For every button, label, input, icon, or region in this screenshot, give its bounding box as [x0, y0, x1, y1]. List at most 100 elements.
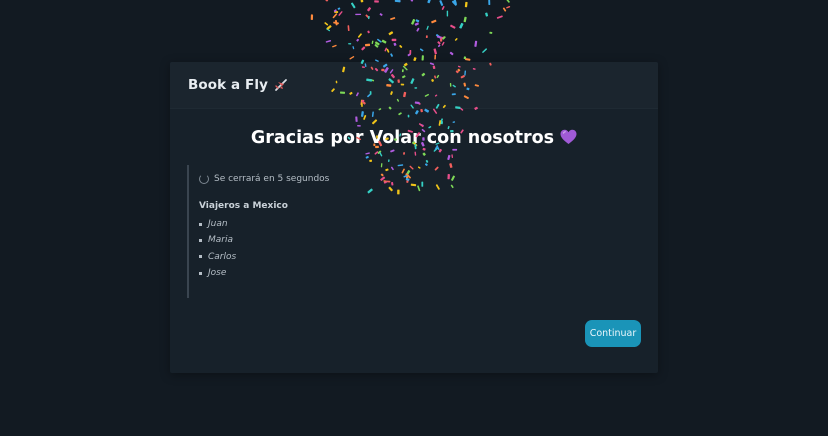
confetti-piece	[409, 50, 412, 55]
confetti-piece	[482, 48, 487, 53]
confetti-piece	[434, 54, 437, 60]
confetti-piece	[502, 7, 507, 12]
confetti-piece	[436, 35, 443, 39]
confetti-piece	[398, 0, 401, 2]
confetti-piece	[485, 12, 489, 17]
confetti-piece	[407, 53, 411, 57]
confetti-piece	[394, 0, 401, 3]
confetti-piece	[365, 14, 370, 19]
confetti-piece	[439, 0, 444, 6]
confetti-piece	[450, 24, 456, 29]
confetti-piece	[454, 38, 458, 41]
confetti-piece	[384, 47, 388, 52]
confetti-piece	[364, 43, 371, 47]
list-item: Jose	[199, 265, 236, 281]
confetti-piece	[333, 9, 337, 13]
confetti-piece	[413, 57, 417, 62]
confetti-piece	[324, 0, 329, 2]
dialog-header: Book a Fly	[170, 62, 658, 109]
bullet-icon	[199, 238, 202, 242]
confetti-piece	[440, 38, 443, 42]
title-text: Gracias por Volar con nosotros	[250, 128, 555, 148]
loading-spinner-icon	[199, 174, 209, 184]
countdown: Se cerrará en 5 segundos	[199, 174, 329, 184]
confetti-piece	[390, 17, 396, 20]
traveler-name: Maria	[208, 235, 233, 246]
confetti-piece	[338, 11, 343, 16]
confetti-piece	[368, 15, 370, 20]
confetti-piece	[326, 25, 332, 30]
confetti-piece	[463, 16, 467, 23]
page-title: Gracias por Volar con nosotros	[170, 128, 658, 148]
brand: Book a Fly	[188, 77, 288, 93]
confetti-piece	[426, 25, 429, 30]
confetti-piece	[386, 48, 390, 53]
confetti-piece	[388, 31, 394, 36]
confetti-piece	[357, 33, 362, 38]
confetti-piece	[419, 48, 424, 52]
confetti-piece	[349, 56, 355, 60]
bullet-icon	[199, 222, 202, 226]
confetti-piece	[433, 48, 437, 55]
confetti-piece	[381, 39, 387, 44]
confetti-piece	[379, 13, 383, 16]
confetti-piece	[506, 5, 511, 9]
continue-button[interactable]: Continuar	[585, 320, 641, 347]
confetti-piece	[463, 56, 467, 60]
purple-heart-icon	[560, 129, 577, 145]
confetti-piece	[391, 38, 397, 42]
bullet-icon	[199, 255, 202, 259]
traveler-name: Juan	[208, 219, 228, 230]
thank-you-dialog: Book a Fly Gracias por Volar con nosotro…	[170, 62, 658, 373]
confetti-piece	[332, 13, 338, 19]
confetti-piece	[446, 10, 449, 17]
confetti-piece	[326, 28, 331, 32]
list-item: Carlos	[199, 249, 236, 265]
list-item: Maria	[199, 232, 236, 248]
confetti-piece	[489, 31, 493, 34]
confetti-piece	[348, 43, 352, 45]
confetti-piece	[415, 19, 420, 23]
travelers-heading: Viajeros a Mexico	[199, 201, 288, 211]
confetti-piece	[474, 40, 478, 47]
traveler-name: Carlos	[208, 251, 237, 262]
confetti-piece	[374, 41, 380, 46]
traveler-name: Jose	[208, 268, 227, 279]
confetti-piece	[427, 0, 432, 4]
confetti-piece	[367, 7, 372, 12]
confetti-piece	[324, 22, 329, 26]
confetti-piece	[459, 22, 464, 29]
confetti-piece	[449, 51, 454, 56]
confetti-piece	[425, 35, 428, 39]
confetti-piece	[506, 0, 510, 3]
confetti-piece	[333, 21, 339, 25]
confetti-piece	[437, 41, 441, 45]
airplane-icon	[274, 78, 288, 92]
confetti-piece	[441, 6, 445, 10]
confetti-piece	[453, 0, 457, 5]
confetti-piece	[451, 0, 457, 6]
confetti-piece	[441, 41, 445, 46]
confetti-piece	[410, 0, 415, 2]
list-item: Juan	[199, 216, 236, 232]
confetti-piece	[371, 40, 374, 44]
travelers-list: Juan Maria Carlos Jose	[199, 216, 236, 281]
confetti-piece	[374, 44, 379, 48]
confetti-piece	[411, 18, 416, 25]
confetti-piece	[352, 46, 355, 50]
confetti-piece	[377, 38, 382, 43]
confetti-piece	[440, 36, 445, 40]
confetti-piece	[414, 22, 419, 26]
confetti-piece	[416, 27, 420, 32]
countdown-text: Se cerrará en 5 segundos	[214, 174, 330, 184]
confetti-piece	[310, 14, 314, 20]
confetti-piece	[442, 36, 446, 40]
confetti-piece	[437, 44, 441, 48]
confetti-piece	[496, 15, 503, 19]
confetti-piece	[356, 38, 360, 42]
page: Book a Fly Gracias por Volar con nosotro…	[0, 0, 828, 436]
brand-name: Book a Fly	[188, 77, 268, 93]
confetti-piece	[393, 42, 397, 46]
confetti-piece	[464, 1, 468, 8]
confetti-piece	[361, 46, 366, 51]
